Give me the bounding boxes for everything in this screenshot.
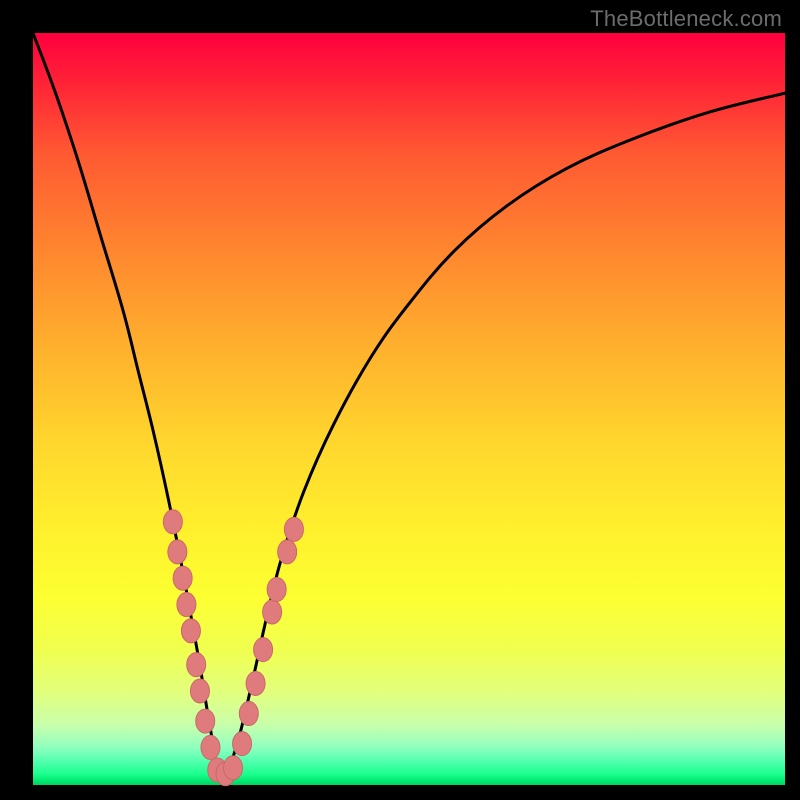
marker-point — [246, 671, 265, 695]
marker-point — [201, 735, 220, 759]
plot-area — [33, 33, 785, 785]
marker-point — [173, 566, 192, 590]
watermark-text: TheBottleneck.com — [590, 6, 782, 32]
marker-point — [284, 517, 303, 541]
bottleneck-curve — [33, 33, 785, 782]
marker-point — [254, 638, 273, 662]
marker-point — [181, 619, 200, 643]
marker-point — [190, 679, 209, 703]
marker-point — [196, 709, 215, 733]
marker-point — [224, 756, 243, 780]
marker-point — [263, 600, 282, 624]
chart-frame: TheBottleneck.com — [0, 0, 800, 800]
chart-svg — [33, 33, 785, 785]
marker-point — [168, 540, 187, 564]
marker-point — [278, 540, 297, 564]
marker-point — [239, 702, 258, 726]
marker-point — [187, 653, 206, 677]
marker-point — [177, 593, 196, 617]
marker-point — [267, 577, 286, 601]
marker-point — [233, 732, 252, 756]
marker-point — [163, 510, 182, 534]
highlight-markers — [163, 510, 303, 786]
